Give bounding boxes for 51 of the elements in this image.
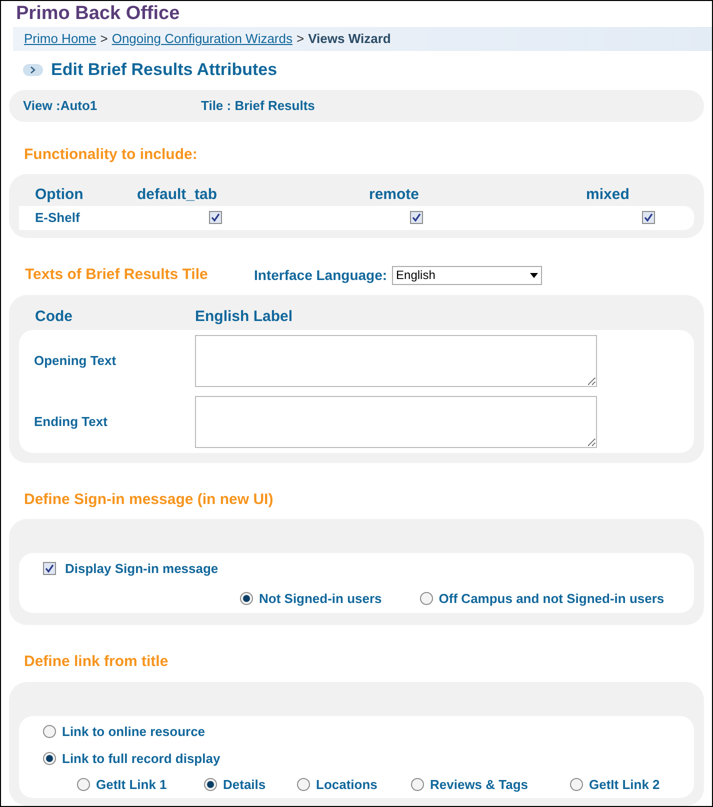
column-header: default_tab [137, 184, 218, 205]
radio-button[interactable] [420, 592, 433, 605]
radio-button[interactable] [297, 778, 310, 791]
caret-icon [530, 272, 538, 278]
section-heading: Texts of Brief Results Tile [25, 265, 209, 285]
checkbox[interactable] [43, 562, 56, 576]
radio-label: Off Campus and not Signed-in users [438, 590, 664, 608]
breadcrumb-separator: > [296, 30, 304, 48]
radio-label: Details [223, 776, 266, 794]
radio-label: Link to full record display [62, 750, 220, 768]
radio-label: Link to online resource [62, 722, 206, 740]
radio-label: Reviews & Tags [430, 776, 528, 794]
radio-label: Locations [316, 776, 378, 794]
radio-button[interactable] [77, 778, 90, 791]
radio-button[interactable] [570, 778, 583, 791]
radio-button[interactable] [43, 752, 56, 766]
column-header: mixed [586, 184, 630, 205]
breadcrumb-current: Views Wizard [308, 30, 391, 48]
breadcrumb-link[interactable]: Ongoing Configuration Wizards [112, 29, 292, 49]
tile-name: Tile : Brief Results [201, 96, 315, 115]
language-label: Interface Language: [254, 266, 388, 285]
radio-label: GetIt Link 1 [96, 776, 167, 794]
chevron-icon [23, 64, 43, 76]
label-textarea[interactable] [195, 396, 597, 448]
code-label: Ending Text [34, 412, 108, 431]
option-label: E-Shelf [35, 209, 81, 228]
checkbox-label: Display Sign-in message [65, 560, 218, 578]
column-header: remote [369, 184, 420, 205]
language-dropdown[interactable]: English [392, 266, 542, 285]
label-textarea[interactable] [195, 334, 597, 386]
breadcrumb-link[interactable]: Primo Home [24, 29, 96, 49]
radio-button[interactable] [240, 592, 253, 605]
page-heading: Edit Brief Results Attributes [51, 59, 278, 81]
radio-label: GetIt Link 2 [589, 776, 660, 794]
radio-button[interactable] [411, 778, 424, 791]
column-header: Option [35, 184, 84, 205]
code-label: Opening Text [34, 352, 118, 370]
radio-button[interactable] [43, 724, 56, 738]
checkbox[interactable] [209, 211, 222, 224]
app-title: Primo Back Office [15, 2, 181, 25]
section-heading: Functionality to include: [24, 144, 198, 164]
checkbox[interactable] [410, 211, 423, 224]
column-header: Code [35, 307, 74, 328]
radio-button[interactable] [204, 778, 217, 791]
checkbox[interactable] [642, 211, 655, 224]
section-heading: Define Sign-in message (in new UI) [24, 490, 274, 510]
view-name: View :Auto1 [23, 96, 98, 115]
column-header: English Label [195, 307, 293, 328]
radio-label: Not Signed-in users [259, 590, 382, 608]
breadcrumb-separator: > [100, 30, 108, 48]
section-heading: Define link from title [24, 652, 170, 672]
